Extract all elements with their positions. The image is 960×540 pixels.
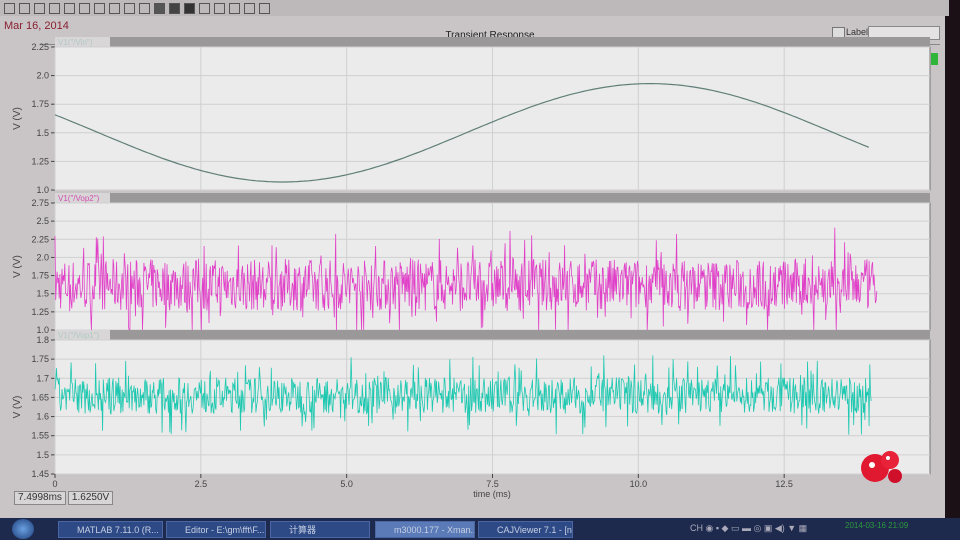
x-tick-label: 5.0	[340, 479, 353, 489]
plot-area[interactable]: V1("/Vin") 2.25 2.0 1.75 1.5 1.25 1.0 V (V) V1("…	[0, 0, 945, 518]
y-tick-label: 1.25	[31, 307, 49, 317]
y-tick-label: 1.5	[36, 450, 49, 460]
language-indicator[interactable]: CH	[690, 523, 703, 533]
y-tick-label: 1.75	[31, 271, 49, 281]
y-tick-label: 1.25	[31, 156, 49, 166]
taskbar-item-matlab[interactable]: MATLAB 7.11.0 (R...	[58, 521, 163, 538]
system-tray: CH ◉ ▪ ◆ ▭ ▬ ◎ ▣ ◀) ▼ ▦	[690, 523, 808, 533]
y-tick-label: 1.65	[31, 392, 49, 402]
clock[interactable]: 2014-03-16 21:09	[845, 521, 908, 530]
y-tick-label: 1.7	[36, 373, 49, 383]
x-tick-label: 10.0	[630, 479, 648, 489]
x-tick-label: 7.5	[486, 479, 499, 489]
y-axis-label: V (V)	[12, 255, 23, 278]
cursor-x-value: 7.4998ms	[14, 491, 66, 505]
y-tick-label: 2.25	[31, 234, 49, 244]
waveform-window: Mar 16, 2014 Transient Response Label V1…	[0, 0, 949, 518]
legend-bar	[55, 330, 930, 340]
taskbar-item-calculator[interactable]: 计算器	[270, 521, 370, 538]
legend-bar	[55, 193, 930, 203]
y-tick-label: 1.0	[36, 325, 49, 335]
y-tick-label: 1.6	[36, 412, 49, 422]
y-tick-label: 1.75	[31, 99, 49, 109]
y-tick-label: 1.0	[36, 185, 49, 195]
taskbar: MATLAB 7.11.0 (R... Editor - E:\gm\fft\F…	[0, 518, 960, 540]
start-button[interactable]	[12, 519, 34, 539]
y-tick-label: 1.5	[36, 289, 49, 299]
legend-label: V1("/Vin")	[58, 38, 93, 47]
x-tick-label: 0	[52, 479, 57, 489]
y-tick-label: 2.0	[36, 71, 49, 81]
y-tick-label: 1.75	[31, 354, 49, 364]
taskbar-item-editor[interactable]: Editor - E:\gm\fft\F...	[166, 521, 266, 538]
y-tick-label: 1.55	[31, 431, 49, 441]
y-axis-label: V (V)	[12, 107, 23, 130]
y-tick-label: 2.5	[36, 216, 49, 226]
y-tick-label: 2.0	[36, 252, 49, 262]
x-tick-label: 12.5	[775, 479, 793, 489]
y-tick-label: 2.25	[31, 42, 49, 52]
x-tick-label: 2.5	[195, 479, 208, 489]
flower-logo	[861, 451, 902, 483]
y-tick-label: 1.5	[36, 128, 49, 138]
cursor-y-value: 1.6250V	[67, 491, 114, 505]
x-axis-label: time (ms)	[473, 489, 511, 499]
taskbar-item-xmanager[interactable]: m3000.177 - Xman...	[375, 521, 475, 538]
y-tick-label: 2.75	[31, 198, 49, 208]
cursor-readout: 7.4998ms 1.6250V	[14, 491, 114, 505]
legend-bar	[55, 37, 930, 47]
legend-label: V1("/Vop1")	[58, 331, 100, 340]
taskbar-item-cajviewer[interactable]: CAJViewer 7.1 - [n...	[478, 521, 573, 538]
legend-label: V1("/Vop2")	[58, 194, 100, 203]
y-tick-label: 1.8	[36, 335, 49, 345]
y-tick-label: 1.45	[31, 469, 49, 479]
y-axis-label: V (V)	[12, 396, 23, 419]
